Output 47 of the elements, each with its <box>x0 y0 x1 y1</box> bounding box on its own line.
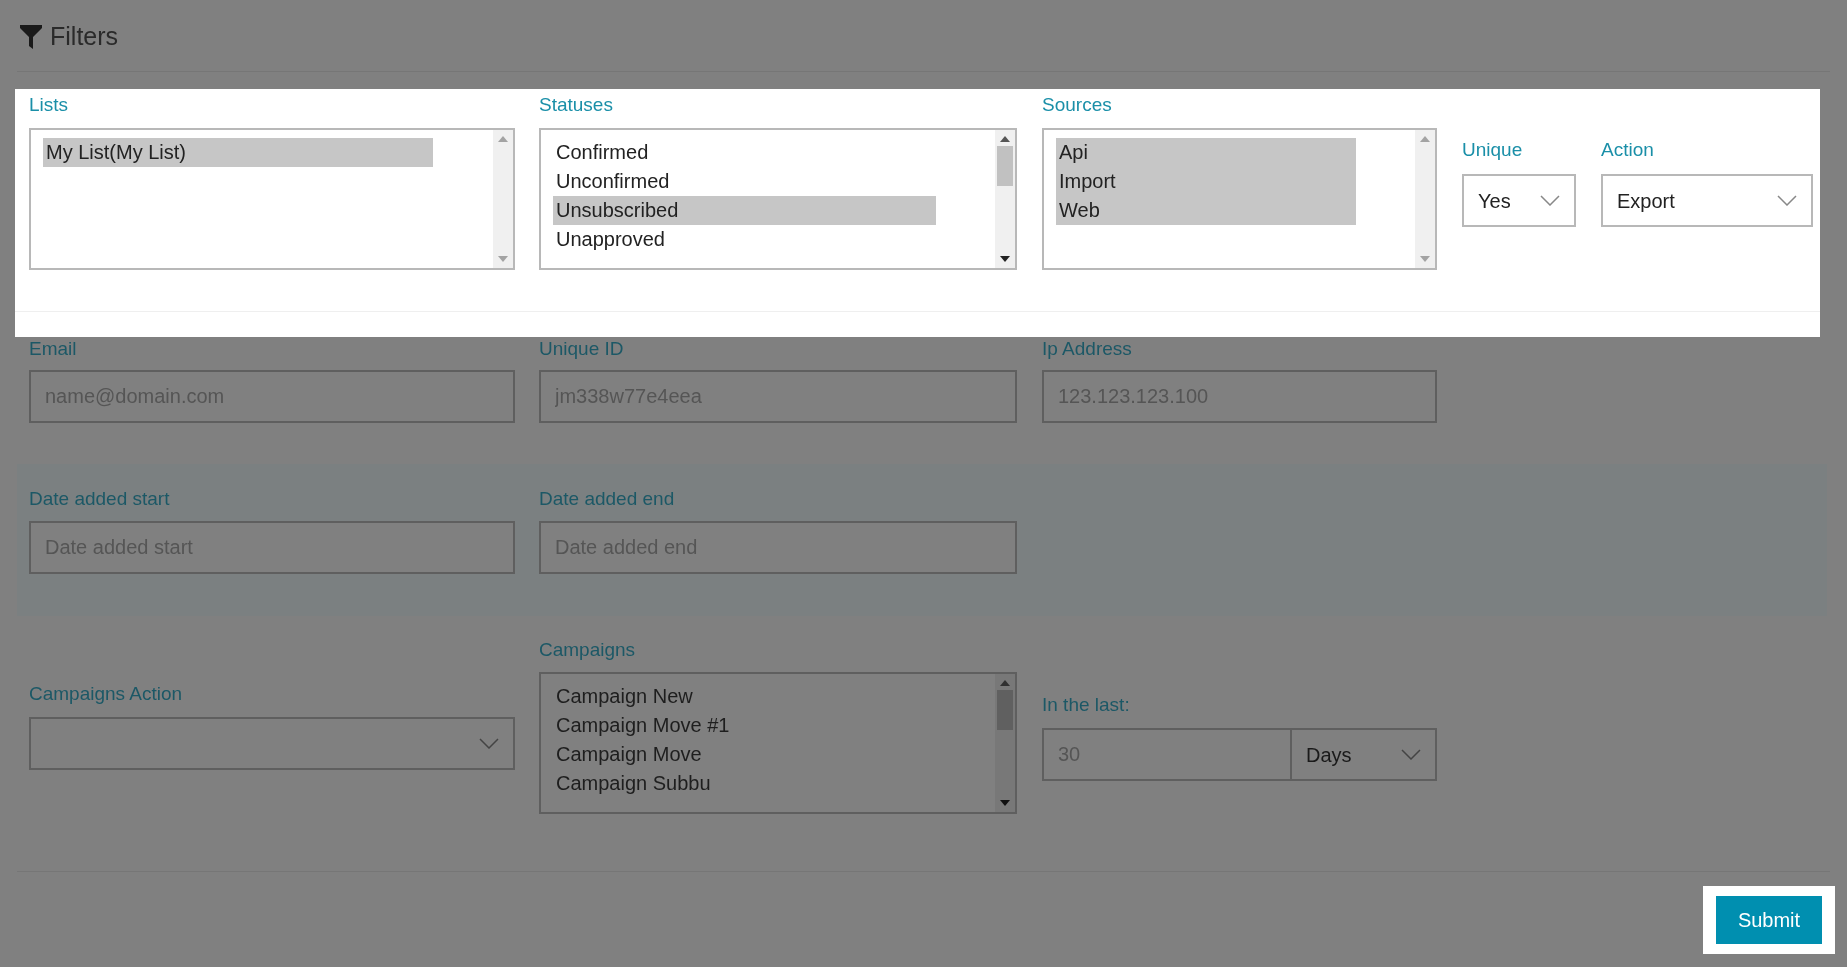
field-label: Lists <box>29 93 70 117</box>
scroll-up-icon[interactable] <box>1000 680 1010 686</box>
field-label: Campaigns Action <box>29 682 184 706</box>
list-option[interactable]: Web <box>1056 196 1356 225</box>
chevron-down-icon <box>1401 749 1421 760</box>
scrollbar-thumb[interactable] <box>997 690 1013 730</box>
field-label: Date added end <box>539 487 676 511</box>
multi-select-list[interactable]: Api Import Web <box>1042 128 1437 270</box>
chevron-down-icon <box>1777 195 1797 206</box>
list-option[interactable]: Campaign Subbu <box>553 769 936 798</box>
list-option[interactable]: Import <box>1056 167 1356 196</box>
list-option[interactable]: Campaign Move #1 <box>553 711 936 740</box>
chevron-down-icon <box>1540 195 1560 206</box>
list-option[interactable]: Unapproved <box>553 225 936 254</box>
field-label: Campaigns <box>539 638 637 662</box>
field-label: Date added start <box>29 487 171 511</box>
list-option[interactable]: Confirmed <box>553 138 936 167</box>
multi-select-list[interactable]: My List(My List) <box>29 128 515 270</box>
scroll-up-icon[interactable] <box>1000 136 1010 142</box>
dropdown[interactable]: Export <box>1601 174 1813 227</box>
scroll-down-icon[interactable] <box>1000 256 1010 262</box>
field-label: Unique ID <box>539 337 625 361</box>
list-option[interactable]: Campaign Move <box>553 740 936 769</box>
scrollbar-thumb[interactable] <box>997 146 1013 186</box>
list-option[interactable]: Campaign New <box>553 682 936 711</box>
list-option[interactable]: Unsubscribed <box>553 196 936 225</box>
list-option[interactable]: Api <box>1056 138 1356 167</box>
multi-select-list[interactable]: Confirmed Unconfirmed Unsubscribed Unapproved <box>539 128 1017 270</box>
list-option[interactable]: My List(My List) <box>43 138 433 167</box>
scrollbar[interactable] <box>995 674 1015 812</box>
list-option[interactable]: Unconfirmed <box>553 167 936 196</box>
multi-select-list[interactable]: Campaign New Campaign Move #1 Campaign Move Campaign Subbu <box>539 672 1017 814</box>
dropdown[interactable]: Yes <box>1462 174 1576 227</box>
dropdown[interactable]: Days <box>1290 728 1437 781</box>
field-label: Email <box>29 337 78 361</box>
field-label: Ip Address <box>1042 337 1133 361</box>
filter-icon <box>20 24 42 49</box>
field-label: Unique <box>1462 138 1524 162</box>
field-label: Statuses <box>539 93 614 117</box>
page-title: Filters <box>50 20 119 52</box>
field-label: Action <box>1601 138 1655 162</box>
dropdown[interactable] <box>29 717 515 770</box>
field-label: In the last: <box>1042 693 1131 717</box>
submit-button[interactable]: Submit <box>1716 896 1822 944</box>
scrollbar[interactable] <box>995 130 1015 268</box>
field-label: Sources <box>1042 93 1113 117</box>
chevron-down-icon <box>479 738 499 749</box>
